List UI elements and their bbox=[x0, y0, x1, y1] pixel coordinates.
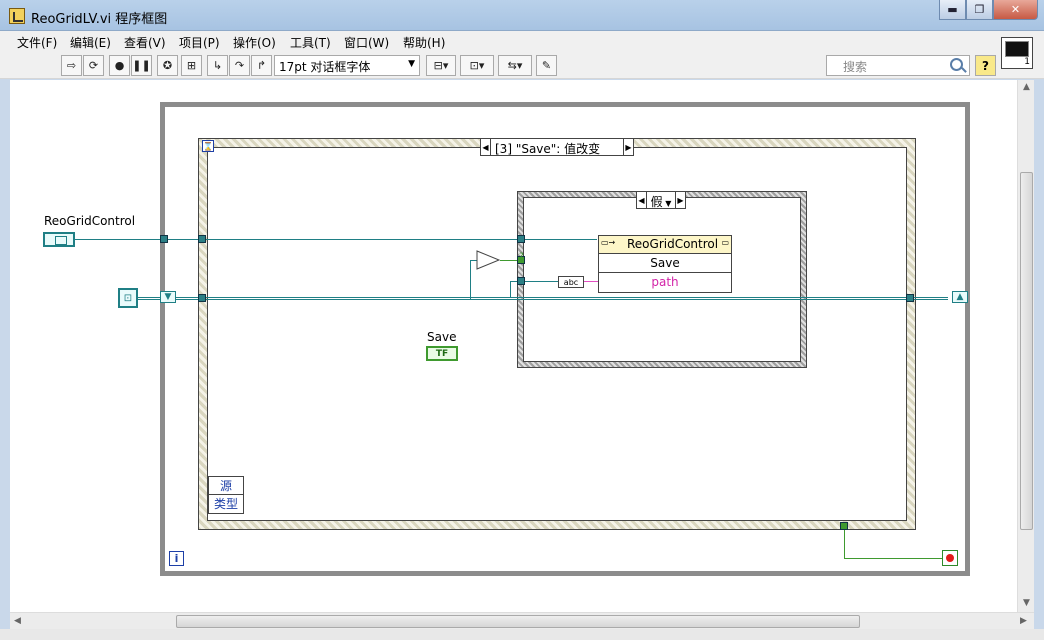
menu-bar: 文件(F) 编辑(E) 查看(V) 项目(P) 操作(O) 工具(T) 窗口(W… bbox=[0, 31, 1044, 53]
reorder-icon[interactable]: ⇆▾ bbox=[498, 55, 532, 76]
event-tunnel[interactable] bbox=[198, 294, 206, 302]
vertical-scrollbar[interactable]: ▲ ▼ bbox=[1017, 80, 1034, 612]
scroll-left-icon[interactable]: ◀ bbox=[14, 616, 21, 626]
window-title: ReoGridLV.vi 程序框图 bbox=[31, 12, 168, 27]
event-type-field: 类型 bbox=[213, 497, 238, 511]
menu-help[interactable]: 帮助(H) bbox=[403, 34, 445, 51]
context-help-button[interactable]: ? bbox=[975, 55, 996, 76]
next-case-icon[interactable]: ▶ bbox=[623, 139, 633, 155]
iteration-terminal: i bbox=[169, 551, 184, 566]
search-input[interactable]: 搜索 bbox=[826, 55, 970, 76]
minimize-button[interactable]: ▬ bbox=[939, 0, 966, 20]
scroll-up-icon[interactable]: ▲ bbox=[1023, 82, 1030, 92]
shift-register-right-icon[interactable]: ▲ bbox=[952, 291, 968, 303]
path-to-string-icon[interactable]: abc bbox=[558, 276, 584, 288]
reogrid-control-terminal[interactable] bbox=[43, 232, 75, 247]
prev-case-icon[interactable]: ◀ bbox=[481, 139, 491, 155]
reference-in-icon: ▭→ bbox=[601, 238, 616, 247]
search-icon[interactable] bbox=[950, 58, 963, 71]
inner-case-selector[interactable]: ◀ 假 ▼ ▶ bbox=[636, 191, 686, 209]
highlight-execution-icon[interactable]: ✪ bbox=[157, 55, 178, 76]
invoke-method: Save bbox=[599, 254, 731, 273]
string-wire[interactable] bbox=[584, 281, 598, 282]
event-case-label: [3] "Save": 值改变 bbox=[495, 142, 601, 156]
save-label: Save bbox=[427, 330, 457, 344]
control-label: ReoGridControl bbox=[44, 214, 136, 228]
toolbar: ⇨ ⟳ ● ❚❚ ✪ ⊞ ↳ ↷ ↱ 17pt 对话框字体 ▼ ⊟▾ ⊡▾ ⇆▾… bbox=[0, 53, 1044, 79]
connector-pane-number: 1 bbox=[1024, 57, 1030, 67]
step-out-icon[interactable]: ↱ bbox=[251, 55, 272, 76]
event-case-selector[interactable]: ◀ [3] "Save": 值改变 ▶ bbox=[480, 138, 634, 156]
search-placeholder: 搜索 bbox=[843, 60, 868, 74]
wire-branch[interactable] bbox=[470, 260, 471, 299]
prev-case-icon[interactable]: ◀ bbox=[637, 192, 647, 208]
status-bar bbox=[0, 629, 1044, 640]
not-a-path-icon[interactable] bbox=[476, 250, 500, 270]
block-diagram[interactable]: ⌛ ◀ [3] "Save": 值改变 ▶ ◀ 假 ▼ ▶ ReoGridCon… bbox=[10, 80, 1017, 612]
path-constant-icon[interactable]: ⊡ bbox=[118, 288, 138, 308]
close-button[interactable]: ✕ bbox=[993, 0, 1038, 20]
selector-query: ? bbox=[519, 252, 524, 262]
title-bar: ReoGridLV.vi 程序框图 ▬ ❐ ✕ bbox=[0, 0, 1044, 31]
stop-wire[interactable] bbox=[844, 526, 845, 559]
event-source-field: 源 bbox=[209, 477, 243, 495]
distribute-objects-icon[interactable]: ⊡▾ bbox=[460, 55, 494, 76]
run-continuously-icon[interactable]: ⟳ bbox=[83, 55, 104, 76]
menu-operate[interactable]: 操作(O) bbox=[233, 34, 276, 51]
invoke-param: path bbox=[651, 275, 679, 289]
cleanup-diagram-icon[interactable]: ✎ bbox=[536, 55, 557, 76]
horizontal-scroll-thumb[interactable] bbox=[176, 615, 860, 628]
event-tunnel[interactable] bbox=[906, 294, 914, 302]
invoke-node[interactable]: ▭→ ReoGridControl ▭ Save path bbox=[598, 235, 732, 293]
horizontal-scrollbar[interactable]: ◀ ▶ bbox=[10, 612, 1034, 629]
menu-tools[interactable]: 工具(T) bbox=[290, 34, 331, 51]
loop-tunnel[interactable] bbox=[160, 235, 168, 243]
inner-case-label: 假 bbox=[650, 195, 663, 209]
bool-tunnel[interactable] bbox=[840, 522, 848, 530]
vi-icon[interactable]: 1 bbox=[1001, 37, 1033, 69]
font-select[interactable]: 17pt 对话框字体 ▼ bbox=[274, 55, 420, 76]
menu-view[interactable]: 查看(V) bbox=[124, 34, 166, 51]
reference-out-icon: ▭ bbox=[721, 238, 729, 247]
next-case-icon[interactable]: ▶ bbox=[675, 192, 685, 208]
case-tunnel[interactable] bbox=[517, 277, 525, 285]
maximize-button[interactable]: ❐ bbox=[966, 0, 993, 20]
labview-vi-icon bbox=[9, 8, 25, 24]
event-tunnel[interactable] bbox=[198, 235, 206, 243]
menu-project[interactable]: 项目(P) bbox=[179, 34, 220, 51]
scroll-right-icon[interactable]: ▶ bbox=[1020, 616, 1027, 626]
abort-icon[interactable]: ● bbox=[109, 55, 130, 76]
stop-wire[interactable] bbox=[844, 558, 942, 559]
menu-file[interactable]: 文件(F) bbox=[17, 34, 57, 51]
wire-branch[interactable] bbox=[510, 281, 511, 298]
step-over-icon[interactable]: ↷ bbox=[229, 55, 250, 76]
invoke-class: ReoGridControl bbox=[627, 237, 719, 251]
chevron-down-icon: ▼ bbox=[408, 59, 415, 69]
scroll-down-icon[interactable]: ▼ bbox=[1023, 598, 1030, 608]
menu-edit[interactable]: 编辑(E) bbox=[70, 34, 111, 51]
vertical-scroll-thumb[interactable] bbox=[1020, 172, 1033, 530]
path-wire[interactable] bbox=[138, 297, 948, 300]
save-terminal[interactable]: TF bbox=[426, 346, 458, 361]
pause-icon[interactable]: ❚❚ bbox=[131, 55, 152, 76]
case-tunnel[interactable] bbox=[517, 235, 525, 243]
align-objects-icon[interactable]: ⊟▾ bbox=[426, 55, 456, 76]
event-data-node[interactable]: 源 类型 bbox=[208, 476, 244, 514]
font-select-value: 17pt 对话框字体 bbox=[279, 60, 371, 74]
step-into-icon[interactable]: ↳ bbox=[207, 55, 228, 76]
shift-register-left-icon[interactable]: ▼ bbox=[160, 291, 176, 303]
stop-terminal-icon[interactable] bbox=[942, 550, 958, 566]
menu-window[interactable]: 窗口(W) bbox=[344, 34, 389, 51]
retain-wire-values-icon[interactable]: ⊞ bbox=[181, 55, 202, 76]
event-timeout-icon[interactable]: ⌛ bbox=[202, 140, 214, 152]
vi-screen-icon bbox=[1005, 41, 1029, 57]
run-arrow-icon[interactable]: ⇨ bbox=[61, 55, 82, 76]
